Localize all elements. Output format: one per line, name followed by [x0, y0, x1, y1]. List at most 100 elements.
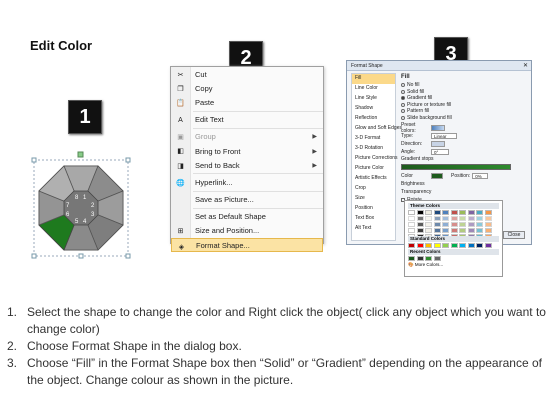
color-swatch[interactable]	[450, 234, 458, 236]
color-swatch[interactable]	[425, 256, 432, 261]
resize-handle[interactable]	[31, 157, 37, 163]
angle-input[interactable]: 0°	[431, 149, 449, 155]
color-swatch[interactable]	[442, 216, 449, 221]
color-swatch[interactable]	[408, 228, 415, 233]
position-input[interactable]: 0%	[472, 173, 489, 179]
color-swatch[interactable]	[433, 256, 441, 261]
menu-item-format-shape[interactable]: ◈ Format Shape...	[171, 238, 323, 253]
menu-item-group[interactable]: ▣ Group ▶	[171, 130, 323, 144]
color-swatch[interactable]	[476, 243, 483, 248]
color-swatch[interactable]	[416, 216, 424, 221]
color-swatch[interactable]	[408, 222, 415, 227]
color-swatch[interactable]	[459, 243, 466, 248]
color-swatch[interactable]	[476, 228, 483, 233]
sidebar-item[interactable]: Line Color	[352, 84, 395, 94]
sidebar-item-fill[interactable]: Fill	[352, 74, 395, 84]
color-swatch[interactable]	[476, 210, 483, 215]
color-swatch[interactable]	[425, 216, 432, 221]
color-swatch[interactable]	[442, 228, 449, 233]
sidebar-item[interactable]: Text Box	[352, 214, 395, 224]
color-swatch[interactable]	[467, 222, 475, 227]
color-swatch[interactable]	[416, 243, 424, 248]
sidebar-item[interactable]: Size	[352, 194, 395, 204]
color-swatch[interactable]	[467, 210, 475, 215]
color-swatch[interactable]	[425, 210, 432, 215]
color-swatch[interactable]	[476, 234, 483, 236]
menu-item-save-as-picture[interactable]: Save as Picture...	[171, 193, 323, 207]
color-swatch[interactable]	[467, 216, 475, 221]
menu-item-send-to-back[interactable]: ◨ Send to Back ▶	[171, 158, 323, 172]
color-swatch[interactable]	[467, 234, 475, 236]
color-swatch[interactable]	[467, 228, 475, 233]
menu-item-hyperlink[interactable]: 🌐 Hyperlink...	[171, 175, 323, 189]
sidebar-item[interactable]: Line Style	[352, 94, 395, 104]
octagon-shape[interactable]: 8 1 7 2 3 6 4 5	[26, 150, 136, 265]
color-swatch[interactable]	[416, 222, 424, 227]
color-swatch[interactable]	[484, 216, 492, 221]
color-swatch[interactable]	[484, 222, 492, 227]
sidebar-item[interactable]: Picture Color	[352, 164, 395, 174]
color-swatch[interactable]	[433, 234, 441, 236]
menu-item-bring-to-front[interactable]: ◧ Bring to Front ▶	[171, 144, 323, 158]
menu-item-size-position[interactable]: ⊞ Size and Position...	[171, 224, 323, 238]
color-swatch[interactable]	[484, 234, 492, 236]
close-button[interactable]: Close	[503, 231, 525, 239]
color-swatch[interactable]	[425, 222, 432, 227]
color-swatch[interactable]	[433, 210, 441, 215]
sidebar-item[interactable]: Shadow	[352, 104, 395, 114]
color-swatch[interactable]	[433, 243, 441, 248]
sidebar-item[interactable]: Reflection	[352, 114, 395, 124]
rotate-handle[interactable]	[77, 151, 84, 158]
color-swatch[interactable]	[484, 243, 492, 248]
menu-item-paste[interactable]: 📋 Paste	[171, 95, 323, 109]
sidebar-item[interactable]: Position	[352, 204, 395, 214]
resize-handle[interactable]	[31, 253, 37, 259]
color-swatch[interactable]	[459, 222, 466, 227]
resize-handle[interactable]	[125, 157, 131, 163]
menu-item-set-default-shape[interactable]: Set as Default Shape	[171, 210, 323, 224]
direction-dropdown[interactable]	[431, 141, 445, 147]
color-swatch[interactable]	[433, 228, 441, 233]
gradient-stops-bar[interactable]	[401, 164, 511, 170]
color-swatch[interactable]	[425, 243, 432, 248]
color-swatch[interactable]	[408, 210, 415, 215]
fill-option-slide-bg[interactable]: Slide background fill	[401, 115, 529, 122]
resize-handle[interactable]	[78, 253, 84, 259]
sidebar-item[interactable]: Picture Corrections	[352, 154, 398, 164]
color-swatch[interactable]	[450, 222, 458, 227]
color-swatch[interactable]	[467, 243, 475, 248]
menu-item-copy[interactable]: ❐ Copy	[171, 81, 323, 95]
color-swatch[interactable]	[484, 210, 492, 215]
color-swatch[interactable]	[416, 234, 424, 236]
sidebar-item[interactable]: Artistic Effects	[352, 174, 395, 184]
color-swatch[interactable]	[450, 243, 458, 248]
color-swatch[interactable]	[459, 234, 466, 236]
color-swatch[interactable]	[476, 216, 483, 221]
color-swatch[interactable]	[484, 228, 492, 233]
sidebar-item[interactable]: 3-D Rotation	[352, 144, 395, 154]
sidebar-item[interactable]: Glow and Soft Edges	[352, 124, 402, 134]
sidebar-item[interactable]: Crop	[352, 184, 395, 194]
color-swatch[interactable]	[425, 228, 432, 233]
color-swatch[interactable]	[442, 210, 449, 215]
color-swatch[interactable]	[433, 222, 441, 227]
sidebar-item[interactable]: 3-D Format	[352, 134, 395, 144]
menu-item-edit-text[interactable]: A Edit Text	[171, 113, 323, 127]
color-swatch[interactable]	[459, 210, 466, 215]
color-swatch[interactable]	[442, 222, 449, 227]
menu-item-cut[interactable]: ✂ Cut	[171, 67, 323, 81]
color-swatch[interactable]	[442, 234, 449, 236]
color-swatch[interactable]	[450, 228, 458, 233]
color-swatch[interactable]	[416, 228, 424, 233]
color-swatch[interactable]	[416, 256, 424, 261]
color-swatch[interactable]	[408, 234, 415, 236]
more-colors-link[interactable]: 🎨 More Colors...	[408, 262, 499, 268]
color-swatch[interactable]	[433, 216, 441, 221]
color-swatch[interactable]	[459, 228, 466, 233]
color-swatch[interactable]	[416, 210, 424, 215]
color-swatch[interactable]	[408, 243, 415, 248]
resize-handle[interactable]	[125, 253, 131, 259]
color-swatch[interactable]	[408, 216, 415, 221]
color-swatch[interactable]	[442, 243, 449, 248]
color-swatch[interactable]	[459, 216, 466, 221]
